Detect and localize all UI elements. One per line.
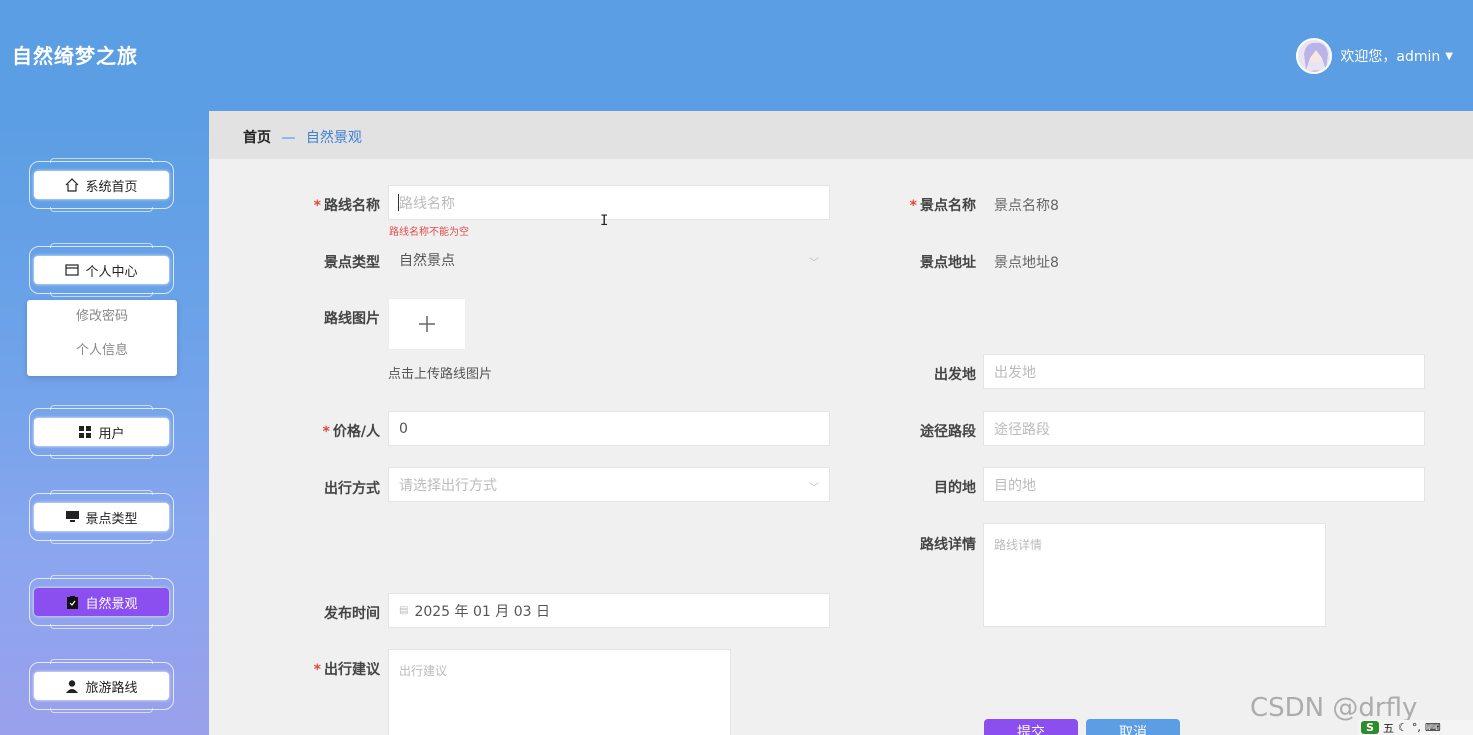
sidebar-item-spot-types[interactable]: 景点类型: [29, 490, 174, 544]
home-icon: [65, 178, 79, 192]
spot-address-label: 景点地址: [920, 255, 976, 271]
sidebar-item-home[interactable]: 系统首页: [29, 158, 174, 212]
waypoints-label: 途径路段: [920, 424, 976, 440]
app-title: 自然绮梦之旅: [12, 44, 138, 68]
destination-label: 目的地: [934, 480, 976, 496]
suggestion-label: * 出行建议: [313, 662, 380, 678]
grid-icon: [78, 425, 92, 439]
departure-label: 出发地: [934, 367, 976, 383]
punctuation-icon: °,: [1411, 721, 1421, 734]
publish-time-input[interactable]: ▤ 2025 年 01 月 03 日: [388, 593, 830, 628]
sogou-ime-icon: S: [1361, 721, 1379, 734]
route-name-input[interactable]: 路线名称: [388, 185, 830, 220]
watermark: CSDN @drfly: [1250, 693, 1418, 723]
departure-input[interactable]: 出发地: [983, 354, 1425, 389]
plus-icon: [419, 316, 435, 332]
chevron-down-icon: ﹀: [809, 258, 819, 269]
keyboard-icon: ⌨: [1424, 721, 1441, 734]
monitor-icon: [65, 510, 79, 524]
spot-type-label: 景点类型: [324, 255, 380, 271]
destination-input[interactable]: 目的地: [983, 467, 1425, 502]
ime-mode-icon: 五: [1383, 721, 1394, 735]
caret-down-icon: ▼: [1445, 50, 1453, 62]
submenu-personal-info[interactable]: 个人信息: [27, 334, 177, 368]
personal-center-submenu: 修改密码 个人信息: [27, 300, 177, 376]
sidebar: 系统首页 个人中心 用户 景点类型 自然景观 旅游路线 修改密码 个人信息: [0, 111, 209, 735]
image-upload-button[interactable]: [388, 298, 466, 350]
submit-button[interactable]: 提交: [984, 719, 1078, 735]
publish-time-label: 发布时间: [324, 606, 380, 622]
sidebar-item-label: 系统首页: [85, 179, 138, 195]
price-label: * 价格/人: [322, 424, 380, 440]
sidebar-item-personal-center[interactable]: 个人中心: [29, 243, 174, 297]
spot-name-value: 景点名称8: [994, 198, 1059, 214]
suggestion-textarea[interactable]: 出行建议: [388, 649, 731, 735]
route-detail-textarea[interactable]: 路线详情: [983, 523, 1326, 627]
spot-type-select[interactable]: 自然景点 ﹀: [388, 242, 830, 277]
price-input[interactable]: 0: [388, 411, 830, 446]
breadcrumb-separator: —: [281, 130, 296, 146]
ime-tray: S 五 ☾ °, ⌨: [1358, 720, 1473, 735]
route-name-error: 路线名称不能为空: [389, 227, 469, 238]
welcome-text: 欢迎您，admin: [1340, 49, 1441, 65]
route-name-label: * 路线名称: [313, 198, 380, 214]
sidebar-item-label: 旅游路线: [85, 680, 138, 696]
route-image-label: 路线图片: [324, 311, 380, 327]
breadcrumb-home[interactable]: 首页: [243, 130, 271, 146]
breadcrumb-current: 自然景观: [305, 130, 362, 146]
waypoints-input[interactable]: 途径路段: [983, 411, 1425, 446]
chevron-down-icon: ﹀: [809, 483, 819, 494]
travel-mode-select[interactable]: 请选择出行方式 ﹀: [388, 467, 830, 502]
moon-icon: ☾: [1398, 721, 1408, 734]
sidebar-item-label: 个人中心: [85, 264, 138, 280]
route-detail-label: 路线详情: [920, 537, 976, 553]
user-menu[interactable]: 欢迎您，admin ▼: [1296, 38, 1453, 74]
top-header: 自然绮梦之旅 欢迎您，admin ▼: [0, 0, 1473, 111]
cancel-button[interactable]: 取消: [1086, 719, 1180, 735]
sidebar-item-label: 景点类型: [85, 511, 138, 527]
sidebar-item-label: 自然景观: [85, 596, 138, 612]
user-icon: [65, 679, 79, 693]
sidebar-item-label: 用户: [98, 426, 125, 442]
text-caret: [398, 194, 399, 211]
wallet-icon: [65, 263, 80, 277]
sidebar-item-natural-scenery[interactable]: 自然景观: [29, 575, 174, 629]
breadcrumb: 首页 — 自然景观: [209, 111, 1473, 159]
calendar-icon: ▤: [399, 605, 409, 616]
upload-tip: 点击上传路线图片: [388, 367, 493, 382]
ibeam-cursor-icon: I: [600, 213, 609, 229]
travel-mode-label: 出行方式: [324, 481, 380, 497]
spot-address-value: 景点地址8: [994, 255, 1059, 271]
submenu-change-password[interactable]: 修改密码: [27, 300, 177, 334]
avatar: [1296, 38, 1333, 74]
sidebar-item-users[interactable]: 用户: [29, 405, 174, 459]
spot-name-label: * 景点名称: [909, 198, 976, 214]
clipboard-icon: [65, 595, 79, 609]
sidebar-item-travel-routes[interactable]: 旅游路线: [29, 659, 174, 713]
